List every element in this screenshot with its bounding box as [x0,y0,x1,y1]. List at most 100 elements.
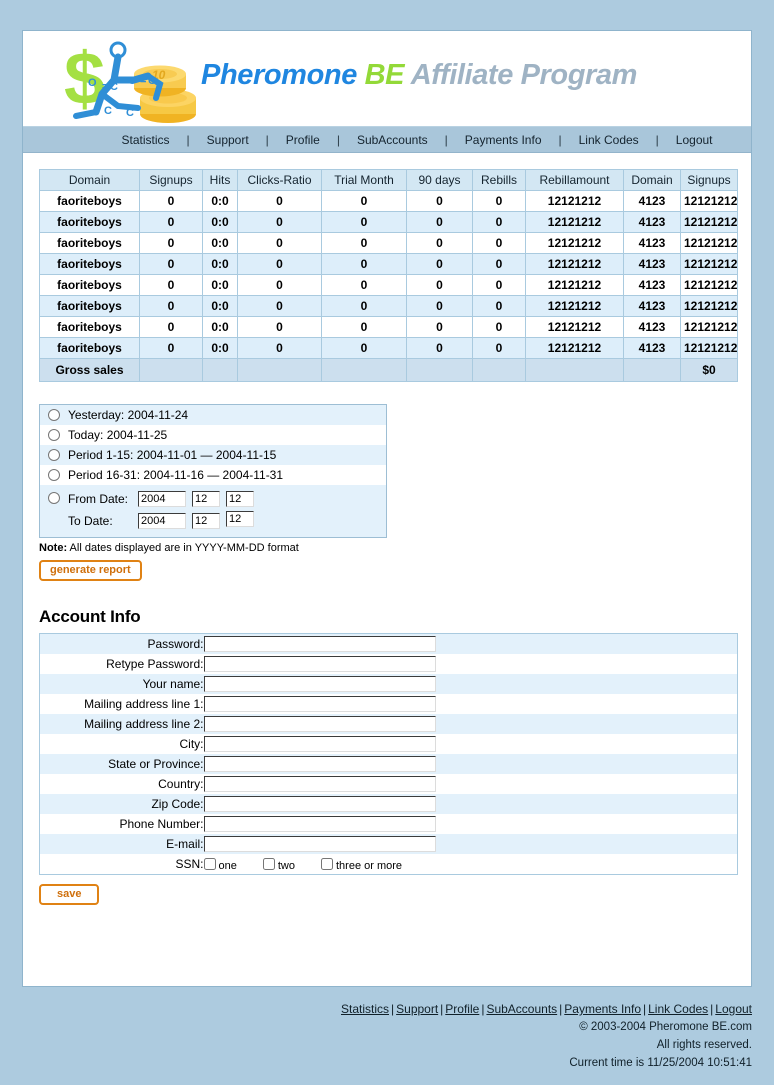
footer-link-statistics[interactable]: Statistics [341,1002,389,1016]
field-cell-password [203,633,738,654]
svg-text:C: C [110,81,118,93]
footer-link-link-codes[interactable]: Link Codes [648,1002,708,1016]
ssn-option-three-or-more[interactable]: three or more [320,857,402,872]
field-cell-state-province [203,753,738,774]
footer-link-support[interactable]: Support [396,1002,438,1016]
from-date-day-input[interactable] [226,491,254,507]
cell-clicks-ratio: 0 [237,211,322,233]
cell-rebills: 0 [472,316,526,338]
cell-trial-month: 0 [321,253,407,275]
statistics-table: Domain Signups Hits Clicks-Ratio Trial M… [39,169,738,382]
nav-item-subaccounts[interactable]: SubAccounts [347,133,438,147]
city-input[interactable] [203,735,436,752]
brand-part-affiliate-program: Affiliate Program [410,59,638,91]
cell-rebillamount: 12121212 [525,253,624,275]
cell-signups: 0 [139,337,203,359]
from-date-month-input[interactable] [192,491,220,507]
gross-empty-cell [321,358,407,382]
country-input[interactable] [203,775,436,792]
cell-domain: faoriteboys [39,316,140,338]
generate-report-button[interactable]: generate report [39,560,142,581]
nav-separator: | [444,132,448,147]
to-date-month-input[interactable] [192,513,220,529]
column-header-signups: Signups [139,169,203,191]
form-row-email: E-mail: [39,833,738,854]
column-header-domain: Domain [39,169,140,191]
cell-domain: faoriteboys [39,274,140,296]
mailing-address-2-input[interactable] [203,715,436,732]
radio-custom-range[interactable] [48,491,60,504]
save-button[interactable]: save [39,883,100,905]
field-cell-country [203,773,738,794]
ssn-checkbox-one[interactable] [203,857,216,870]
zip-code-input[interactable] [203,795,436,812]
nav-item-support[interactable]: Support [197,133,259,147]
ssn-option-one[interactable]: one [203,857,237,872]
date-option-yesterday[interactable]: Yesterday: 2004-11-24 [40,405,386,425]
cell-clicks-ratio: 0 [237,253,322,275]
svg-text:C: C [104,105,112,117]
page-root: 10 $ O = C O = C C C Pheromone BE Affili… [0,0,774,1085]
cell-clicks-ratio: 0 [237,316,322,338]
table-row: faoriteboys 0 0:0 0 0 0 0 12121212 4123 … [39,274,738,296]
cell-trial-month: 0 [321,190,407,212]
cell-90-days: 0 [406,295,473,317]
footer-rights: All rights reserved. [656,1039,752,1051]
cell-clicks-ratio: 0 [237,295,322,317]
footer-copyright: © 2003-2004 Pheromone BE.com [579,1021,752,1033]
nav-item-logout[interactable]: Logout [666,133,723,147]
table-row: faoriteboys 0 0:0 0 0 0 0 12121212 4123 … [39,211,738,233]
radio-period-1-15[interactable] [48,449,60,461]
footer-link-logout[interactable]: Logout [715,1002,752,1016]
cell-domain: faoriteboys [39,253,140,275]
cell-signups: 0 [139,190,203,212]
your-name-input[interactable] [203,675,436,692]
cell-90-days: 0 [406,211,473,233]
field-cell-city [203,733,738,754]
retype-password-input[interactable] [203,655,436,672]
nav-item-link-codes[interactable]: Link Codes [569,133,649,147]
state-province-input[interactable] [203,755,436,772]
to-date-day-input[interactable] [226,511,254,527]
cell-rebillamount: 12121212 [525,232,624,254]
form-row-city: City: [39,733,738,754]
svg-text:=: = [140,75,146,87]
ssn-checkbox-two[interactable] [262,857,275,870]
cell-domain: faoriteboys [39,211,140,233]
cell-90-days: 0 [406,190,473,212]
cell-domain-2: 4123 [623,190,681,212]
cell-rebills: 0 [472,211,526,233]
ssn-checkbox-three-or-more[interactable] [320,857,333,870]
radio-today[interactable] [48,429,60,441]
from-date-year-input[interactable] [138,491,186,507]
radio-period-16-31[interactable] [48,469,60,481]
table-header-row: Domain Signups Hits Clicks-Ratio Trial M… [39,169,738,191]
cell-signups: 0 [139,253,203,275]
nav-item-profile[interactable]: Profile [276,133,330,147]
column-header-90-days: 90 days [406,169,473,191]
mailing-address-1-input[interactable] [203,695,436,712]
password-input[interactable] [203,635,436,652]
column-header-rebills: Rebills [472,169,526,191]
date-option-period-16-31[interactable]: Period 16-31: 2004-11-16 — 2004-11-31 [40,465,386,485]
gross-sales-label: Gross sales [39,358,140,382]
to-date-year-input[interactable] [138,513,186,529]
nav-item-payments-info[interactable]: Payments Info [455,133,552,147]
radio-yesterday[interactable] [48,409,60,421]
date-option-period-1-15[interactable]: Period 1-15: 2004-11-01 — 2004-11-15 [40,445,386,465]
content-container: 10 $ O = C O = C C C Pheromone BE Affili… [22,30,752,987]
account-info-heading: Account Info [39,607,141,626]
footer-link-profile[interactable]: Profile [445,1002,479,1016]
date-option-today[interactable]: Today: 2004-11-25 [40,425,386,445]
label-country: Country: [39,773,204,794]
footer-link-payments-info[interactable]: Payments Info [564,1002,641,1016]
nav-item-statistics[interactable]: Statistics [112,133,180,147]
statistics-table-body: faoriteboys 0 0:0 0 0 0 0 12121212 4123 … [39,190,738,382]
phone-number-input[interactable] [203,815,436,832]
footer-link-subaccounts[interactable]: SubAccounts [486,1002,557,1016]
label-city: City: [39,733,204,754]
cell-signups: 0 [139,316,203,338]
cell-90-days: 0 [406,274,473,296]
email-input[interactable] [203,835,436,852]
ssn-option-two[interactable]: two [262,857,295,872]
